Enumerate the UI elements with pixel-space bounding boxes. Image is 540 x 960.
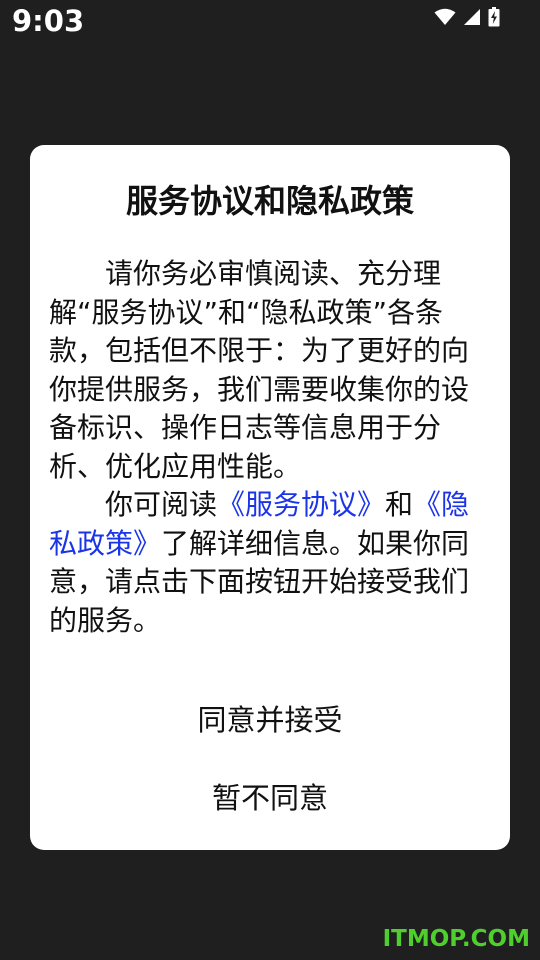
service-agreement-link[interactable]: 《服务协议》 xyxy=(217,488,385,521)
dialog-paragraph-2: 你可阅读《服务协议》和《隐私政策》了解详细信息。如果你同意，请点击下面按钮开始接… xyxy=(49,486,494,640)
cellular-signal-icon xyxy=(463,8,481,26)
agree-button[interactable]: 同意并接受 xyxy=(30,690,510,750)
paragraph-2-and: 和 xyxy=(385,488,414,521)
wifi-icon xyxy=(434,8,456,26)
privacy-dialog: 服务协议和隐私政策 请你务必审慎阅读、充分理解“服务协议”和“隐私政策”各条款，… xyxy=(30,145,510,850)
watermark: ITMOP.COM xyxy=(382,926,530,952)
disagree-button[interactable]: 暂不同意 xyxy=(30,768,510,828)
dialog-paragraph-1: 请你务必审慎阅读、充分理解“服务协议”和“隐私政策”各条款，包括但不限于：为了更… xyxy=(49,257,470,483)
status-icons xyxy=(434,7,500,27)
paragraph-2-prefix: 你可阅读 xyxy=(105,488,218,521)
status-time: 9:03 xyxy=(12,4,85,38)
status-bar: 9:03 xyxy=(0,0,540,46)
dialog-body: 请你务必审慎阅读、充分理解“服务协议”和“隐私政策”各条款，包括但不限于：为了更… xyxy=(49,255,494,640)
dialog-title: 服务协议和隐私政策 xyxy=(125,182,414,220)
battery-charging-icon xyxy=(488,7,500,27)
